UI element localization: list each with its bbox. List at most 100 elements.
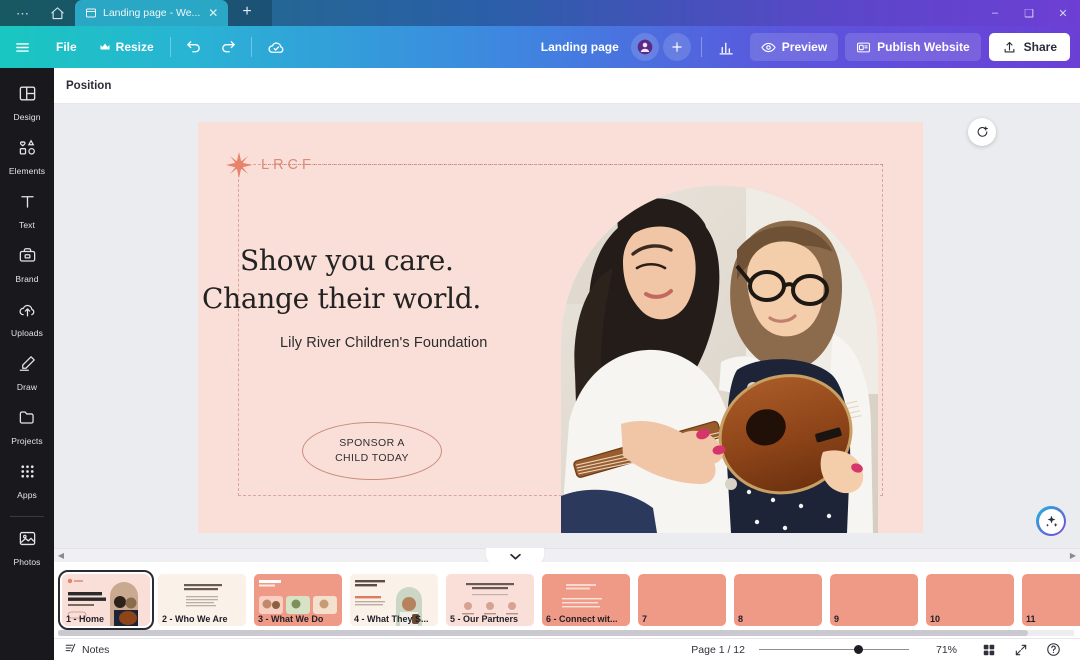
redo-icon[interactable] [211,26,246,68]
canvas-workspace[interactable]: LRCF Show you care. Change their world. … [54,104,1080,548]
photos-image-icon [18,529,37,553]
file-menu-button[interactable]: File [45,26,88,68]
page-thumbnail[interactable]: 4 - What They S... [350,574,438,626]
page-thumb-label: 6 - Connect wit... [546,614,618,624]
publish-website-button[interactable]: Publish Website [845,33,981,61]
page-thumbnail[interactable]: 10 [926,574,1014,626]
close-icon[interactable]: ✕ [206,7,220,19]
page-thumbnail[interactable]: 6 - Connect wit... [542,574,630,626]
maximize-icon[interactable]: ❑ [1012,0,1046,26]
notes-icon [64,642,77,658]
cloud-saved-icon[interactable] [257,26,296,68]
browser-tab[interactable]: Landing page - We... ✕ [75,0,229,26]
sidebar-item-design[interactable]: Design [0,78,54,128]
preview-label: Preview [781,40,828,54]
page-thumb-label: 1 - Home [66,614,105,624]
editor-toolbar: File Resize Landing page Preview Publish… [0,26,1080,68]
page-thumb-label: 11 [1026,614,1036,624]
sidebar-item-photos[interactable]: Photos [0,523,54,573]
sidebar-item-text[interactable]: Text [0,186,54,236]
page-thumbnail[interactable]: 9 [830,574,918,626]
browser-tab-title: Landing page - We... [103,7,201,19]
zoom-slider-knob[interactable] [853,644,863,654]
user-avatar-icon[interactable] [630,33,659,61]
sidebar-item-label: Brand [15,274,39,284]
help-question-icon[interactable] [1037,642,1070,657]
property-toolbar: Position [54,68,1080,104]
undo-icon[interactable] [176,26,211,68]
sidebar-item-label: Text [19,220,35,230]
page-indicator[interactable]: Page 1 / 12 [691,644,745,656]
hero-photo[interactable] [561,184,878,533]
home-icon[interactable] [40,6,75,21]
sidebar-item-label: Elements [8,166,46,176]
minimize-icon[interactable]: – [978,0,1012,26]
rotate-duplicate-icon[interactable] [968,118,996,146]
page-thumbnail[interactable]: 3 - What We Do [254,574,342,626]
window-controls: – ❑ ✕ [978,0,1080,26]
grid-view-icon[interactable] [973,643,1005,657]
share-label: Share [1023,40,1057,54]
page-thumb-label: 4 - What They S... [354,614,429,624]
slide-subheadline[interactable]: Lily River Children's Foundation [280,335,487,351]
page-thumb-label: 10 [930,614,941,624]
chevron-left-icon[interactable]: ◀ [54,551,68,560]
position-button[interactable]: Position [54,80,111,92]
sidebar-item-draw[interactable]: Draw [0,348,54,398]
toolbar-divider [250,37,252,57]
pages-scrollbar-thumb[interactable] [58,630,1028,636]
resize-button[interactable]: Resize [88,26,165,68]
zoom-level-label[interactable]: 71% [923,644,957,656]
fullscreen-icon[interactable] [1005,643,1037,657]
draw-pen-icon [18,354,37,378]
canva-editor-window: ⋯ Landing page - We... ✕ + – ❑ ✕ File Re… [0,0,1080,660]
bar-chart-icon[interactable] [710,26,743,68]
notes-button[interactable]: Notes [64,642,109,658]
chevron-right-icon[interactable]: ▶ [1066,551,1080,560]
zoom-slider[interactable] [759,644,909,654]
page-thumbnail[interactable]: 7 [638,574,726,626]
page-thumb-label: 8 [738,614,744,624]
canvas-horizontal-scrollbar[interactable]: ◀ ▶ [54,548,1080,562]
page-thumbnail[interactable]: 11 [1022,574,1080,626]
sidebar-item-label: Projects [11,436,43,446]
toolbar-divider [700,37,702,57]
sidebar-item-apps[interactable]: Apps [0,456,54,506]
resize-label: Resize [115,40,154,54]
page-thumbnail[interactable]: 5 - Our Partners [446,574,534,626]
new-tab-button[interactable]: + [228,3,265,20]
sidebar-item-projects[interactable]: Projects [0,402,54,452]
status-bar: Notes Page 1 / 12 71% [54,638,1080,660]
page-thumb-label: 2 - Who We Are [162,614,228,624]
document-title[interactable]: Landing page [531,40,629,54]
page-thumbnail[interactable]: 1 - Home [58,570,154,630]
page-thumbnail-strip[interactable]: 1 - Home 2 - Who We Are 3 - What We Do 4… [54,562,1080,638]
page-thumbnail[interactable]: 2 - Who We Are [158,574,246,626]
hamburger-menu-icon[interactable] [0,26,45,68]
sidebar-item-label: Design [13,112,41,122]
plus-icon[interactable] [662,33,691,61]
title-bar-left-group: ⋯ Landing page - We... ✕ + [0,0,272,26]
magic-sparkle-icon[interactable] [1036,506,1066,536]
magic-sparkle-inner [1038,508,1064,534]
cta-line-1: SPONSOR A [339,436,405,449]
slide-canvas[interactable]: LRCF Show you care. Change their world. … [198,122,923,533]
more-dots-icon[interactable]: ⋯ [6,7,40,20]
preview-button[interactable]: Preview [749,33,839,61]
slide-headline[interactable]: Show you care. Change their world. [202,242,560,317]
brand-logo[interactable]: LRCF [226,152,315,178]
sponsor-cta-button[interactable]: SPONSOR A CHILD TODAY [302,422,442,480]
page-thumbnail[interactable]: 8 [734,574,822,626]
document-icon [85,7,97,19]
sidebar-item-uploads[interactable]: Uploads [0,294,54,344]
share-button[interactable]: Share [988,33,1070,61]
logo-rule [264,164,883,165]
sidebar-item-elements[interactable]: Elements [0,132,54,182]
sidebar-item-brand[interactable]: Brand [0,240,54,290]
design-layout-icon [18,84,37,108]
left-sidebar-rail: Design Elements Text Brand Uploads Draw … [0,68,54,660]
page-thumb-label: 5 - Our Partners [450,614,519,624]
close-icon[interactable]: ✕ [1046,0,1080,26]
publish-website-label: Publish Website [877,40,970,54]
notes-label: Notes [82,643,110,656]
